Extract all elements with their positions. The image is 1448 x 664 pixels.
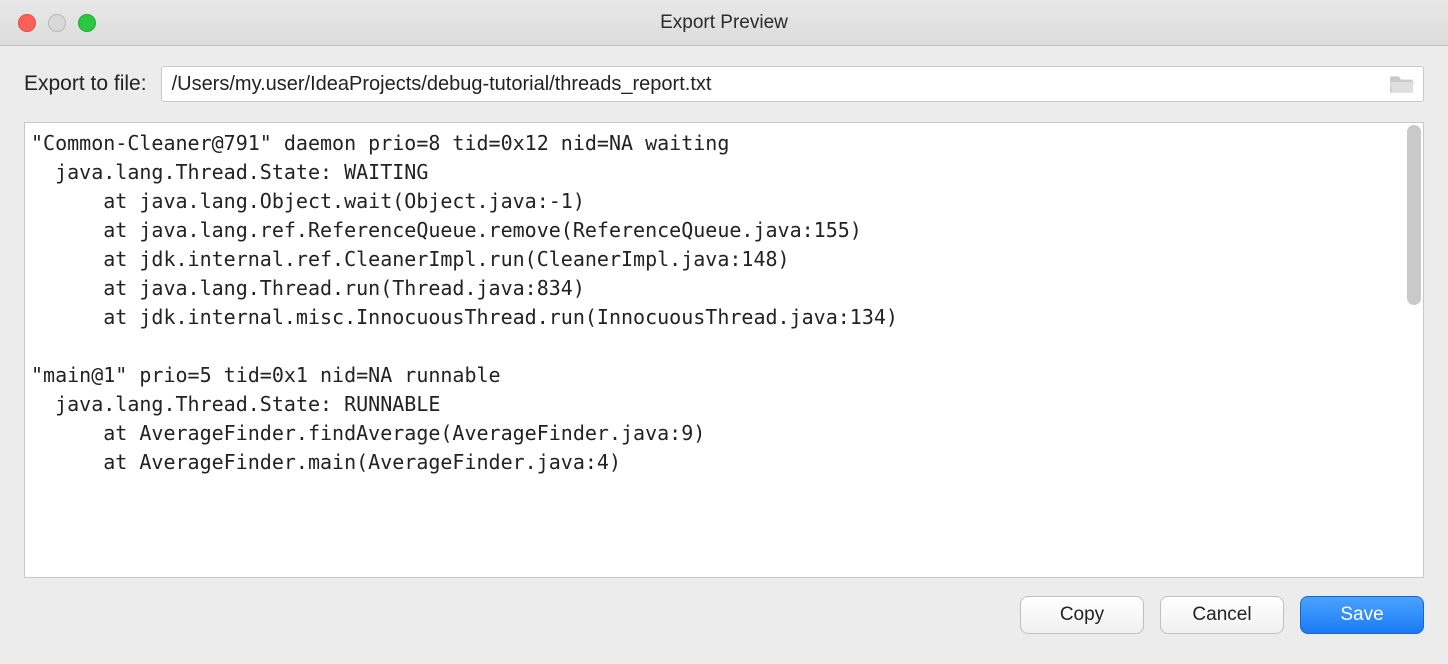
cancel-button[interactable]: Cancel: [1160, 596, 1284, 634]
export-file-row: Export to file:: [24, 66, 1424, 102]
zoom-window-button[interactable]: [78, 14, 96, 32]
save-button[interactable]: Save: [1300, 596, 1424, 634]
window-title: Export Preview: [0, 12, 1448, 34]
export-file-field[interactable]: [161, 66, 1424, 102]
export-preview-pane: "Common-Cleaner@791" daemon prio=8 tid=0…: [24, 122, 1424, 578]
close-window-button[interactable]: [18, 14, 36, 32]
dialog-content: Export to file: "Common-Cleaner@791" dae…: [0, 46, 1448, 578]
dialog-buttons: Copy Cancel Save: [0, 578, 1448, 634]
minimize-window-button[interactable]: [48, 14, 66, 32]
window-controls: [18, 14, 96, 32]
browse-folder-icon[interactable]: [1389, 73, 1415, 95]
titlebar: Export Preview: [0, 0, 1448, 46]
export-file-input[interactable]: [172, 73, 1389, 96]
export-file-label: Export to file:: [24, 72, 147, 96]
copy-button[interactable]: Copy: [1020, 596, 1144, 634]
export-preview-text[interactable]: "Common-Cleaner@791" daemon prio=8 tid=0…: [25, 123, 1423, 577]
preview-scrollbar[interactable]: [1407, 125, 1421, 305]
